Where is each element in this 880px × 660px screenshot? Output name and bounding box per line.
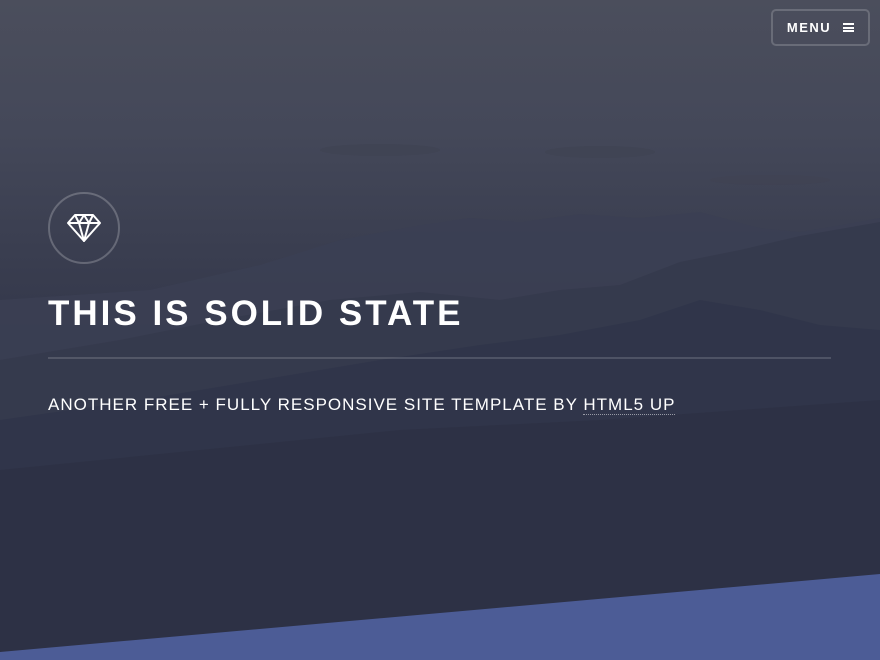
subtitle-text: ANOTHER FREE + FULLY RESPONSIVE SITE TEM… xyxy=(48,395,584,414)
html5up-link[interactable]: HTML5 UP xyxy=(583,395,676,415)
page-subtitle: ANOTHER FREE + FULLY RESPONSIVE SITE TEM… xyxy=(48,393,676,417)
diamond-icon xyxy=(67,214,101,242)
title-divider xyxy=(48,357,831,359)
logo-badge xyxy=(48,192,120,264)
menu-button[interactable]: MENU xyxy=(771,9,870,46)
menu-button-label: MENU xyxy=(786,20,832,35)
page-title: THIS IS SOLID STATE xyxy=(48,294,464,333)
hamburger-icon xyxy=(843,23,855,32)
hero-section: MENU THIS IS SOLID STATE ANOTHER FREE + … xyxy=(0,0,880,660)
